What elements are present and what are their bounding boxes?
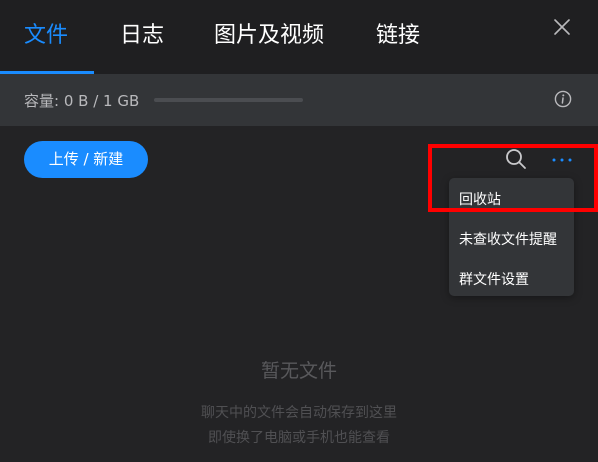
menu-item-recycle-bin[interactable]: 回收站	[459, 189, 501, 209]
menu-item-unread-file-reminder[interactable]: 未查收文件提醒	[459, 229, 557, 249]
empty-state-description-line2: 即使换了电脑或手机也能查看	[208, 430, 390, 446]
empty-state-description-line1: 聊天中的文件会自动保存到这里	[201, 405, 397, 421]
storage-progress	[154, 98, 303, 102]
group-files-panel: 文件 日志 图片及视频 链接 容量: 0 B / 1 GB 上传 / 新建 回收…	[0, 0, 598, 462]
more-horizontal-icon[interactable]	[551, 152, 573, 166]
search-icon[interactable]	[504, 147, 528, 171]
tab-photos-videos[interactable]: 图片及视频	[214, 18, 324, 54]
close-icon[interactable]	[550, 15, 574, 39]
tab-files[interactable]: 文件	[24, 18, 68, 54]
storage-label: 容量: 0 B / 1 GB	[24, 92, 140, 110]
upload-new-button[interactable]: 上传 / 新建	[24, 141, 148, 178]
tab-links[interactable]: 链接	[376, 18, 420, 54]
menu-item-group-file-settings[interactable]: 群文件设置	[459, 269, 529, 289]
tab-logs[interactable]: 日志	[120, 18, 164, 54]
empty-state-title: 暂无文件	[260, 360, 337, 382]
info-icon[interactable]	[554, 90, 572, 108]
tab-bar: 文件 日志 图片及视频 链接	[0, 0, 598, 74]
more-options-menu: 回收站 未查收文件提醒 群文件设置	[449, 178, 574, 296]
storage-bar: 容量: 0 B / 1 GB	[0, 74, 598, 126]
